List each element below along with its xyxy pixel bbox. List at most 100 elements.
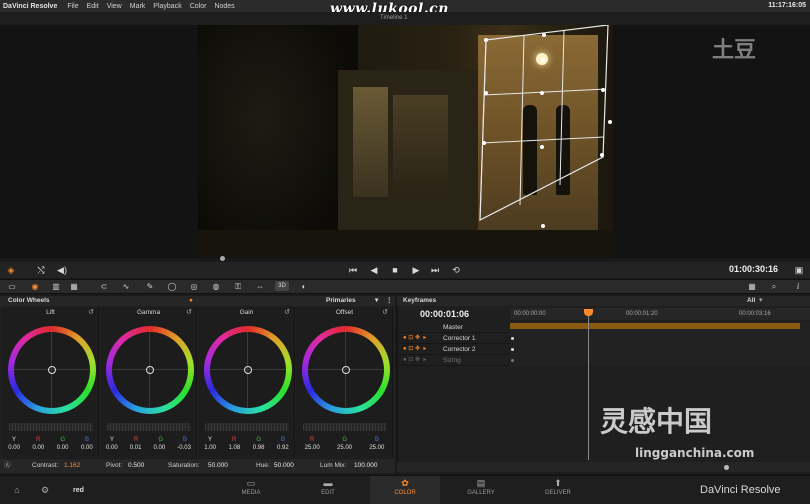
- zoom-knob[interactable]: [724, 465, 729, 470]
- search-icon[interactable]: ⌕: [768, 281, 780, 292]
- keyframe-marker[interactable]: [511, 359, 514, 362]
- primaries-bars-icon[interactable]: ▥: [50, 281, 62, 292]
- value-b[interactable]: 0.00: [81, 445, 93, 451]
- sizing-icon[interactable]: ⇔: [254, 281, 266, 292]
- value-y[interactable]: 0.00: [8, 445, 20, 451]
- power-window-overlay[interactable]: [198, 25, 613, 257]
- keyframe-marker[interactable]: [511, 337, 514, 340]
- color-wheels-icon[interactable]: ◉: [29, 281, 41, 292]
- home-icon[interactable]: ⌂: [10, 484, 24, 496]
- loop-icon[interactable]: ⟲: [449, 264, 463, 276]
- wheels-mode-dropdown[interactable]: Primaries: [326, 296, 356, 306]
- value-y[interactable]: 0.00: [106, 445, 118, 451]
- color-wheel[interactable]: [204, 326, 292, 414]
- track-lane[interactable]: [510, 355, 810, 366]
- menu-mark[interactable]: Mark: [126, 3, 150, 10]
- wheel-puck[interactable]: [146, 366, 154, 374]
- value-b[interactable]: 0.92: [277, 445, 289, 451]
- auto-balance-icon[interactable]: Ⓐ: [4, 459, 11, 473]
- play-reverse-icon[interactable]: ◀: [367, 264, 381, 276]
- reset-icon[interactable]: ↺: [88, 308, 94, 316]
- wheel-puck[interactable]: [342, 366, 350, 374]
- color-wheel[interactable]: [8, 326, 96, 414]
- viewer-mode-icon[interactable]: ◈: [4, 264, 18, 276]
- hue-value[interactable]: 50.000: [274, 459, 294, 473]
- menu-view[interactable]: View: [103, 3, 126, 10]
- menu-color[interactable]: Color: [186, 3, 211, 10]
- menu-file[interactable]: File: [63, 3, 82, 10]
- track-controls[interactable]: ● ⊡ ✥ ▸: [403, 333, 426, 344]
- value-y[interactable]: 1.00: [204, 445, 216, 451]
- chevron-down-icon[interactable]: ▾: [375, 296, 378, 306]
- play-icon[interactable]: ▶: [409, 264, 423, 276]
- keyframe-zoom-slider[interactable]: [397, 462, 810, 472]
- lum-mix-value[interactable]: 100.000: [354, 459, 378, 473]
- master-slider[interactable]: [205, 423, 289, 431]
- master-slider[interactable]: [107, 423, 191, 431]
- go-to-start-icon[interactable]: ⏮: [346, 264, 360, 276]
- value-b[interactable]: -0.03: [177, 445, 191, 451]
- rgb-mixer-icon[interactable]: ▦: [68, 281, 80, 292]
- track-controls[interactable]: ● ⊡ ✥ ▸: [403, 355, 426, 366]
- value-r[interactable]: 0.00: [33, 445, 45, 451]
- track-controls[interactable]: ● ⊡ ✥ ▸: [403, 344, 426, 355]
- tracker-icon[interactable]: ◎: [188, 281, 200, 292]
- fullscreen-icon[interactable]: ▣: [792, 264, 806, 276]
- video-frame[interactable]: [198, 25, 613, 257]
- menu-edit[interactable]: Edit: [83, 3, 103, 10]
- camera-raw-icon[interactable]: ▭: [6, 281, 18, 292]
- volume-icon[interactable]: ◀): [55, 264, 69, 276]
- info-icon[interactable]: ⅈ: [792, 281, 804, 292]
- saturation-value[interactable]: 50.000: [208, 459, 228, 473]
- contrast-value[interactable]: 1.162: [64, 459, 80, 473]
- lut-icon[interactable]: ◐: [298, 281, 310, 292]
- blur-icon[interactable]: ◍: [210, 281, 222, 292]
- keyframes-ruler[interactable]: 00:00:00:00 00:00:01:20 00:00:03:16: [510, 308, 810, 320]
- page-tab-media[interactable]: ▭ MEDIA: [216, 478, 286, 496]
- reset-icon[interactable]: ↺: [382, 308, 388, 316]
- keyframes-filter-dropdown[interactable]: All: [747, 297, 755, 304]
- value-r[interactable]: 25.00: [305, 445, 320, 451]
- color-wheel[interactable]: [106, 326, 194, 414]
- reset-icon[interactable]: ↺: [284, 308, 290, 316]
- page-tab-edit[interactable]: ▬ EDIT: [293, 478, 363, 496]
- panel-menu-icon[interactable]: ⋮: [386, 296, 393, 306]
- keyframe-track-sizing[interactable]: ● ⊡ ✥ ▸ Sizing: [397, 355, 810, 366]
- value-r[interactable]: 0.01: [130, 445, 142, 451]
- page-tab-color[interactable]: ✿ COLOR: [370, 476, 440, 504]
- settings-gear-icon[interactable]: ⚙: [38, 484, 52, 496]
- value-g[interactable]: 0.00: [57, 445, 69, 451]
- color-wheel[interactable]: [302, 326, 390, 414]
- track-lane[interactable]: [510, 344, 810, 355]
- go-to-end-icon[interactable]: ⏭: [428, 264, 442, 276]
- value-b[interactable]: 25.00: [369, 445, 384, 451]
- viewer-scrubber[interactable]: [220, 256, 225, 261]
- wheel-puck[interactable]: [244, 366, 252, 374]
- shuffle-icon[interactable]: ⤭: [34, 264, 48, 276]
- value-g[interactable]: 0.00: [154, 445, 166, 451]
- curves-icon[interactable]: ⊂: [98, 281, 110, 292]
- track-lane[interactable]: [510, 333, 810, 344]
- value-r[interactable]: 1.08: [229, 445, 241, 451]
- power-window-icon[interactable]: ◯: [166, 281, 178, 292]
- keyframe-track-corrector-1[interactable]: ● ⊡ ✥ ▸ Corrector 1: [397, 333, 810, 344]
- page-tab-gallery[interactable]: ▤ GALLERY: [446, 478, 516, 496]
- qualifier-icon[interactable]: ✎: [144, 281, 156, 292]
- grid-view-icon[interactable]: ▦: [746, 281, 758, 292]
- master-slider[interactable]: [303, 423, 387, 431]
- stop-icon[interactable]: ■: [388, 264, 402, 276]
- pivot-value[interactable]: 0.500: [128, 459, 144, 473]
- reset-icon[interactable]: ↺: [186, 308, 192, 316]
- menu-nodes[interactable]: Nodes: [210, 3, 238, 10]
- key-icon[interactable]: ⚿: [232, 281, 244, 292]
- custom-curves-icon[interactable]: ∿: [120, 281, 132, 292]
- keyframe-track-corrector-2[interactable]: ● ⊡ ✥ ▸ Corrector 2: [397, 344, 810, 355]
- menu-playback[interactable]: Playback: [149, 3, 185, 10]
- wheel-puck[interactable]: [48, 366, 56, 374]
- master-keyframe-range[interactable]: [510, 323, 800, 329]
- stereo-3d-button[interactable]: 3D: [275, 281, 289, 291]
- keyframe-playhead-handle[interactable]: [584, 309, 593, 316]
- keyframe-marker[interactable]: [511, 348, 514, 351]
- page-tab-deliver[interactable]: ⬆ DELIVER: [523, 478, 593, 496]
- value-g[interactable]: 0.98: [253, 445, 265, 451]
